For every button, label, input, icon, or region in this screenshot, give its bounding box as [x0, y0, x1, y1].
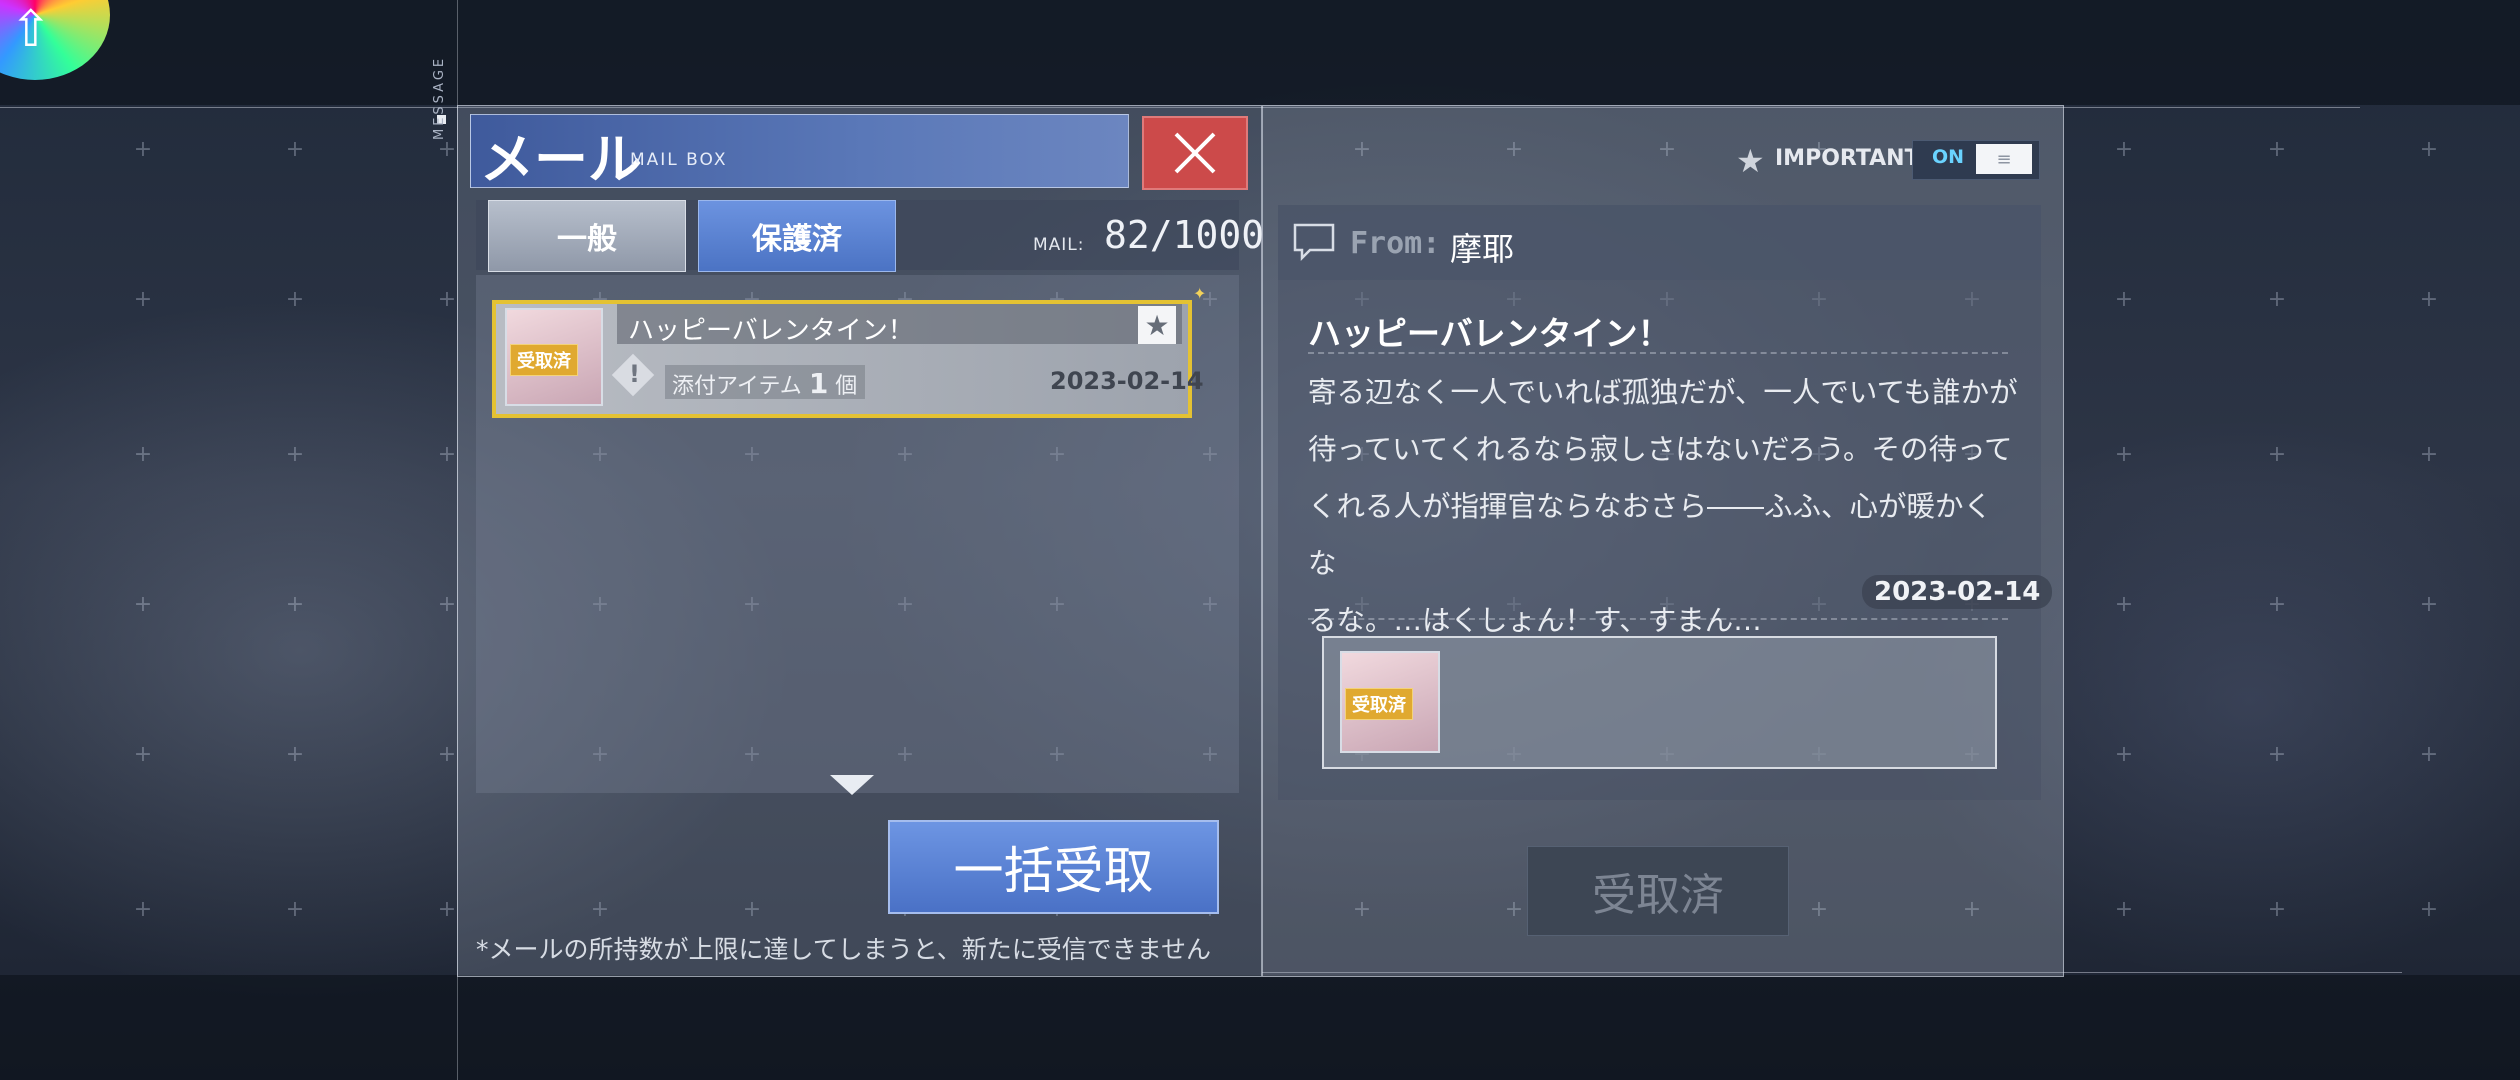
grid-plus-icon: + — [2267, 592, 2287, 617]
mail-count-label: MAIL: — [1033, 235, 1085, 255]
grid-plus-icon: + — [2419, 442, 2439, 467]
grid-plus-icon: + — [285, 742, 305, 767]
grid-plus-icon: + — [2419, 592, 2439, 617]
grid-plus-icon: + — [437, 897, 457, 922]
grid-plus-icon: + — [2419, 137, 2439, 162]
close-button[interactable] — [1142, 116, 1248, 190]
grid-plus-icon: + — [133, 592, 153, 617]
background-top-shade — [0, 0, 2520, 105]
grid-plus-icon: + — [285, 287, 305, 312]
grid-plus-icon: + — [437, 442, 457, 467]
up-arrow-icon: ⇧ — [10, 0, 52, 58]
sender-name: 摩耶 — [1450, 230, 1515, 268]
from-label: From: — [1350, 226, 1441, 261]
received-stamp: 受取済 — [510, 344, 578, 376]
bulk-receive-button[interactable]: 一括受取 — [888, 820, 1219, 914]
background-bottom-shade — [0, 975, 2520, 1080]
grid-plus-icon: + — [2267, 137, 2287, 162]
grid-plus-icon: + — [437, 742, 457, 767]
mail-item-title: ハッピーバレンタイン！ — [628, 316, 914, 346]
star-icon[interactable]: ★ — [1138, 306, 1176, 344]
mail-count: 82/1000 — [1104, 213, 1265, 257]
grid-plus-icon: + — [2267, 897, 2287, 922]
side-label: MESSAGE — [432, 55, 447, 140]
divider — [1308, 618, 2008, 620]
tab-protected[interactable]: 保護済 — [698, 200, 896, 272]
grid-plus-icon: + — [133, 742, 153, 767]
grid-plus-icon: + — [2114, 287, 2134, 312]
grid-plus-icon: + — [133, 137, 153, 162]
attention-mark: ! — [629, 360, 640, 388]
important-label: IMPORTANT — [1775, 146, 1920, 171]
grid-plus-icon: + — [285, 442, 305, 467]
grid-plus-icon: + — [437, 592, 457, 617]
chat-icon — [1293, 223, 1335, 262]
grid-plus-icon: + — [2114, 742, 2134, 767]
message-line: 待っていてくれるなら寂しさはないだろう。その待って — [1308, 433, 2013, 466]
grid-plus-icon: + — [2419, 897, 2439, 922]
grid-plus-icon: + — [437, 287, 457, 312]
reward-received-stamp: 受取済 — [1345, 688, 1413, 720]
tab-general[interactable]: 一般 — [488, 200, 686, 272]
grid-plus-icon: + — [2267, 742, 2287, 767]
attachment-label: 添付アイテム — [672, 374, 802, 399]
close-icon — [1174, 132, 1216, 174]
grid-plus-icon: + — [2267, 442, 2287, 467]
scroll-down-icon[interactable] — [830, 775, 874, 795]
attachment-unit: 個 — [835, 374, 858, 399]
grid-plus-icon: + — [285, 897, 305, 922]
received-button[interactable]: 受取済 — [1527, 846, 1789, 936]
message-subject: ハッピーバレンタイン！ — [1308, 314, 1671, 353]
message-line: 寄る辺なく一人でいれば孤独だが、一人でいても誰かが — [1308, 376, 2018, 409]
new-sparkle-icon: ✦ — [1193, 284, 1207, 303]
grid-plus-icon: + — [285, 592, 305, 617]
attachment-count: 1 — [808, 367, 829, 400]
menu-lines-icon[interactable]: ≡ — [1976, 144, 2032, 174]
mail-limit-note: *メールの所持数が上限に達してしまうと、新たに受信できません — [476, 935, 1212, 964]
grid-plus-icon: + — [2419, 742, 2439, 767]
divider — [1308, 352, 2008, 354]
grid-plus-icon: + — [2114, 897, 2134, 922]
grid-plus-icon: + — [2114, 442, 2134, 467]
grid-plus-icon: + — [2114, 592, 2134, 617]
mail-item-date: 2023-02-14 — [1050, 367, 1204, 395]
page-title: メール — [480, 127, 642, 191]
attachment-info: 添付アイテム 1 個 — [672, 367, 857, 400]
grid-plus-icon: + — [133, 442, 153, 467]
grid-plus-icon: + — [2114, 137, 2134, 162]
page-subtitle: MAIL BOX — [630, 150, 728, 170]
toggle-state: ON — [1932, 146, 1965, 168]
important-star-icon: ★ — [1736, 142, 1765, 180]
grid-plus-icon: + — [133, 287, 153, 312]
grid-plus-icon: + — [2419, 287, 2439, 312]
grid-plus-icon: + — [133, 897, 153, 922]
message-date: 2023-02-14 — [1862, 575, 2053, 609]
grid-plus-icon: + — [285, 137, 305, 162]
grid-plus-icon: + — [2267, 287, 2287, 312]
grid-plus-icon: + — [437, 137, 457, 162]
